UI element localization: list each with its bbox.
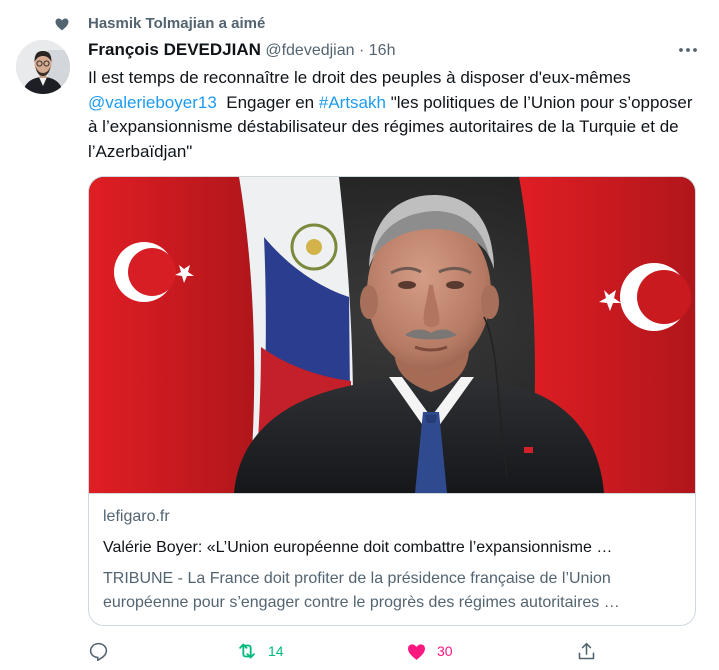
avatar[interactable] bbox=[16, 40, 70, 94]
hashtag-link[interactable]: #Artsakh bbox=[319, 93, 386, 112]
tweet-time[interactable]: 16h bbox=[369, 42, 396, 59]
share-icon bbox=[578, 642, 595, 659]
author-name[interactable]: François DEVEDJIAN bbox=[88, 40, 261, 59]
link-card[interactable]: lefigaro.fr Valérie Boyer: «L’Union euro… bbox=[88, 176, 696, 626]
share-button[interactable] bbox=[576, 638, 597, 664]
reply-button[interactable] bbox=[88, 638, 109, 664]
card-description: TRIBUNE - La France doit profiter de la … bbox=[103, 570, 620, 611]
retweet-count: 14 bbox=[268, 643, 284, 659]
card-domain: lefigaro.fr bbox=[103, 508, 170, 525]
card-title: Valérie Boyer: «L’Union européenne doit … bbox=[103, 539, 613, 556]
mention-link[interactable]: @valerieboyer13 bbox=[88, 93, 217, 112]
retweet-button[interactable]: 14 bbox=[236, 638, 284, 664]
tweet-actions: 14 30 bbox=[88, 638, 608, 664]
heart-icon bbox=[55, 18, 69, 31]
tweet-text-line1: Il est temps de reconnaître le droit des… bbox=[88, 68, 631, 87]
card-body[interactable]: lefigaro.fr Valérie Boyer: «L’Union euro… bbox=[89, 493, 695, 625]
retweet-icon bbox=[239, 643, 255, 659]
reply-icon bbox=[89, 642, 108, 661]
more-options-icon[interactable] bbox=[677, 40, 699, 60]
social-context-text[interactable]: Hasmik Tolmajian a aimé bbox=[88, 15, 265, 32]
tweet-text: Il est temps de reconnaître le droit des… bbox=[88, 66, 700, 164]
like-count: 30 bbox=[437, 643, 453, 659]
card-image[interactable] bbox=[89, 177, 695, 493]
tweet-text-mid: Engager en bbox=[226, 92, 315, 112]
like-button[interactable]: 30 bbox=[406, 638, 453, 664]
heart-filled-icon bbox=[408, 643, 425, 660]
author-handle[interactable]: @fdevedjian bbox=[265, 42, 354, 59]
separator-dot: · bbox=[358, 42, 365, 59]
tweet-header: François DEVEDJIAN @fdevedjian · 16h bbox=[88, 40, 699, 62]
